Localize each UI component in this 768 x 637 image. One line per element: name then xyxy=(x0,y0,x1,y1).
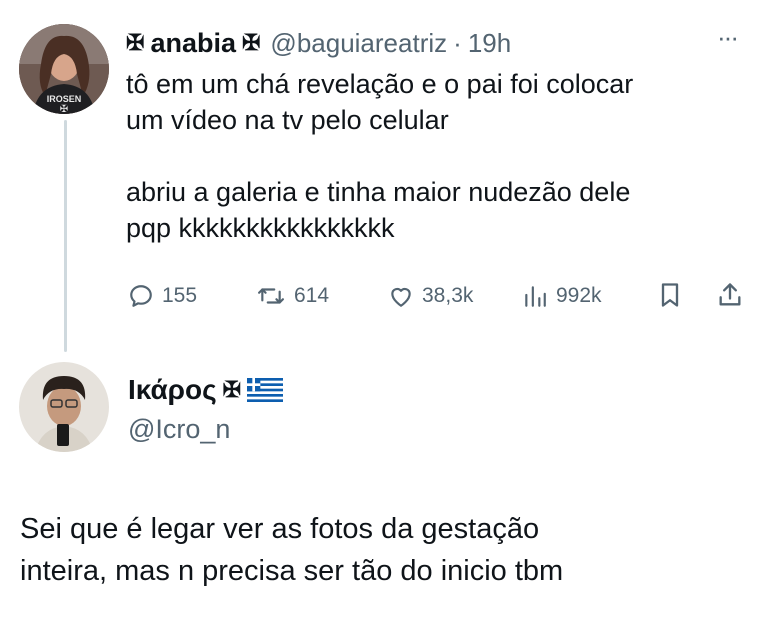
reply-count: 155 xyxy=(162,284,198,307)
retweet-button[interactable]: 614 xyxy=(256,282,329,310)
user-handle[interactable]: @baguiareatriz xyxy=(270,28,447,59)
avatar-shirt-text: IROSEN xyxy=(47,94,82,104)
retweet-count: 614 xyxy=(294,284,330,307)
display-name[interactable]: anabia xyxy=(150,28,236,59)
emoji-badge: ✠ xyxy=(126,30,145,55)
flag-icon xyxy=(247,378,284,402)
share-icon xyxy=(719,283,741,306)
bookmark-button[interactable] xyxy=(656,281,684,309)
timestamp[interactable]: 19h xyxy=(468,28,511,59)
avatar-photo xyxy=(19,362,109,452)
svg-text:✠: ✠ xyxy=(60,104,68,114)
tweet-text: tô em um chá revelação e o pai foi coloc… xyxy=(126,69,634,243)
display-name[interactable]: Ικάρος xyxy=(128,374,217,406)
more-options-icon[interactable]: ··· xyxy=(717,22,739,53)
reply-icon xyxy=(130,285,152,307)
avatar[interactable] xyxy=(19,362,109,452)
retweet-icon xyxy=(258,288,284,304)
user-handle[interactable]: @Icro_n xyxy=(128,414,230,445)
reply-button[interactable]: 155 xyxy=(128,282,197,310)
separator: · xyxy=(453,27,462,58)
reply-header: Ικάρος ✠ xyxy=(128,372,284,408)
like-count: 38,3k xyxy=(422,284,474,307)
heart-icon xyxy=(391,287,411,307)
tweet-header: ✠ anabia ✠ @baguiareatriz · 19h xyxy=(126,26,511,60)
views-button[interactable]: 992k xyxy=(522,282,602,310)
share-button[interactable] xyxy=(716,281,744,309)
avatar-photo: IROSEN ✠ xyxy=(19,24,109,114)
like-button[interactable]: 38,3k xyxy=(388,282,473,310)
emoji-badge: ✠ xyxy=(222,377,242,402)
bookmark-icon xyxy=(661,283,679,307)
analytics-icon xyxy=(525,286,546,307)
reply-text: Sei que é legar ver as fotos da gestação… xyxy=(20,513,564,587)
avatar[interactable]: IROSEN ✠ xyxy=(19,24,109,114)
views-count: 992k xyxy=(556,284,602,307)
emoji-badge: ✠ xyxy=(241,30,261,55)
thread-line xyxy=(64,120,67,352)
